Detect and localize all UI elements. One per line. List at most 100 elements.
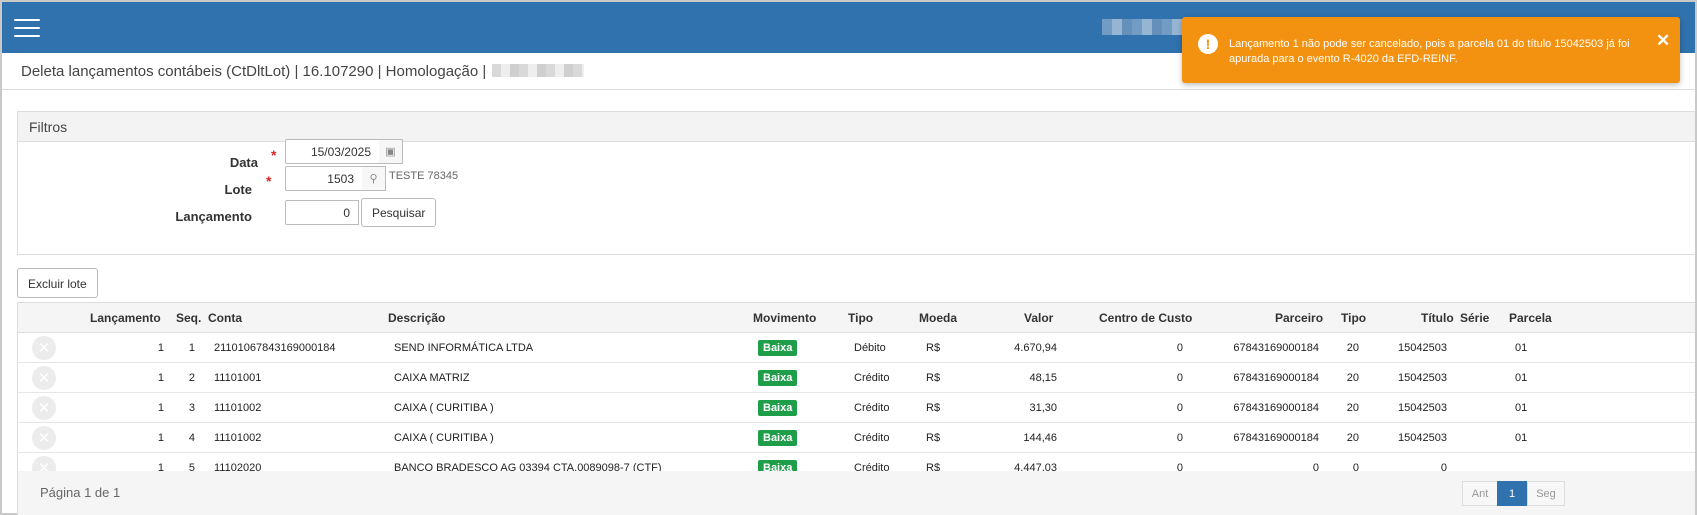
table-row[interactable]: ✕ 1 4 11101002 CAIXA ( CURITIBA ) Crédito R$ 14… xyxy=(18,423,1695,453)
lote-label: Lote xyxy=(224,182,252,197)
cell-tipo2: 20 xyxy=(1346,432,1359,444)
col-moeda[interactable]: Moeda xyxy=(919,311,957,325)
cell-parceiro: 67843169000184 xyxy=(1233,432,1319,444)
filters-panel: Filtros Data * ▣ Lote * ⚲ TESTE 78345 La… xyxy=(17,111,1695,255)
delete-row-icon[interactable]: ✕ xyxy=(32,336,56,360)
cell-titulo: 15042503 xyxy=(1398,402,1447,414)
cell-moeda: R$ xyxy=(926,402,941,414)
pesquisar-button[interactable]: Pesquisar xyxy=(361,198,437,227)
cell-parcela: 01 xyxy=(1515,402,1528,414)
col-movimento[interactable]: Movimento xyxy=(753,311,816,325)
cell-parceiro: 67843169000184 xyxy=(1233,342,1319,354)
col-tipo[interactable]: Tipo xyxy=(848,311,873,325)
hamburger-icon[interactable] xyxy=(14,19,40,37)
search-icon[interactable]: ⚲ xyxy=(362,166,386,191)
data-required-mark: * xyxy=(271,147,277,163)
col-descricao[interactable]: Descrição xyxy=(388,311,445,325)
cell-tipo2: 20 xyxy=(1346,402,1359,414)
cell-conta: 21101067843169000184 xyxy=(214,342,336,354)
col-centro-custo[interactable]: Centro de Custo xyxy=(1099,311,1192,325)
table-row[interactable]: ✕ 1 2 11101001 CAIXA MATRIZ Crédito R$ 48,15 0 67… xyxy=(18,363,1695,393)
movimento-badge: Baixa xyxy=(758,400,798,416)
lote-required-mark: * xyxy=(266,173,272,189)
cell-tipo: Crédito xyxy=(854,432,890,444)
cell-valor: 4.670,94 xyxy=(1014,342,1057,354)
next-page-button[interactable]: Seg xyxy=(1527,481,1565,506)
redacted-text xyxy=(492,64,585,77)
cell-valor: 48,15 xyxy=(1029,372,1057,384)
cell-lancamento: 1 xyxy=(157,432,164,444)
cell-centro-custo: 0 xyxy=(1176,372,1183,384)
delete-row-icon[interactable]: ✕ xyxy=(32,396,56,420)
warning-toast: ! Lançamento 1 não pode ser cancelado, p… xyxy=(1182,17,1680,83)
cell-centro-custo: 0 xyxy=(1176,402,1183,414)
cell-descricao: CAIXA MATRIZ xyxy=(394,372,470,384)
grid-header: Lançamento Seq. Conta Descrição Moviment… xyxy=(18,303,1695,333)
cell-descricao: CAIXA ( CURITIBA ) xyxy=(394,432,494,444)
lancamento-input[interactable] xyxy=(285,200,359,225)
page-info: Página 1 de 1 xyxy=(40,485,121,500)
cell-moeda: R$ xyxy=(926,432,941,444)
data-input[interactable] xyxy=(285,139,380,164)
page-1-button[interactable]: 1 xyxy=(1497,481,1527,506)
cell-seq: 1 xyxy=(188,342,195,354)
cell-descricao: SEND INFORMÁTICA LTDA xyxy=(394,342,534,354)
close-icon[interactable]: ✕ xyxy=(1656,31,1670,51)
movimento-badge: Baixa xyxy=(758,430,798,446)
cell-tipo2: 20 xyxy=(1346,342,1359,354)
filters-heading: Filtros xyxy=(18,112,1695,142)
cell-tipo: Crédito xyxy=(854,372,890,384)
prev-page-button[interactable]: Ant xyxy=(1462,481,1498,506)
page-title-text: Deleta lançamentos contábeis (CtDltLot) … xyxy=(21,63,487,80)
col-conta[interactable]: Conta xyxy=(208,311,242,325)
pager-bar: Página 1 de 1 Ant 1 Seg xyxy=(18,471,1695,515)
cell-titulo: 15042503 xyxy=(1398,432,1447,444)
cell-parceiro: 67843169000184 xyxy=(1233,372,1319,384)
delete-row-icon[interactable]: ✕ xyxy=(32,366,56,390)
col-serie[interactable]: Série xyxy=(1460,311,1489,325)
cell-titulo: 15042503 xyxy=(1398,372,1447,384)
cell-seq: 3 xyxy=(188,402,195,414)
delete-row-icon[interactable]: ✕ xyxy=(32,426,56,450)
warning-icon: ! xyxy=(1198,34,1218,54)
cell-seq: 2 xyxy=(188,372,195,384)
cell-seq: 4 xyxy=(188,432,195,444)
cell-moeda: R$ xyxy=(926,342,941,354)
cell-descricao: CAIXA ( CURITIBA ) xyxy=(394,402,494,414)
lote-description: TESTE 78345 xyxy=(389,170,459,182)
table-row[interactable]: ✕ 1 3 11101002 CAIXA ( CURITIBA ) Crédito R$ 31… xyxy=(18,393,1695,423)
cell-parceiro: 67843169000184 xyxy=(1233,402,1319,414)
excluir-lote-button[interactable]: Excluir lote xyxy=(17,268,98,298)
col-titulo[interactable]: Título xyxy=(1421,311,1454,325)
cell-parcela: 01 xyxy=(1515,432,1528,444)
col-seq[interactable]: Seq. xyxy=(176,311,201,325)
lote-input[interactable] xyxy=(285,166,363,191)
page-title: Deleta lançamentos contábeis (CtDltLot) … xyxy=(21,63,585,80)
cell-lancamento: 1 xyxy=(157,372,164,384)
table-row[interactable]: ✕ 1 1 21101067843169000184 SEND INFORMÁTICA … xyxy=(18,333,1695,363)
col-parcela[interactable]: Parcela xyxy=(1509,311,1552,325)
cell-centro-custo: 0 xyxy=(1176,432,1183,444)
cell-valor: 31,30 xyxy=(1029,402,1057,414)
cell-valor: 144,46 xyxy=(1023,432,1057,444)
col-valor[interactable]: Valor xyxy=(1024,311,1053,325)
cell-parcela: 01 xyxy=(1515,372,1528,384)
data-label: Data xyxy=(229,155,258,170)
cell-tipo2: 20 xyxy=(1346,372,1359,384)
movimento-badge: Baixa xyxy=(758,370,798,386)
col-lancamento[interactable]: Lançamento xyxy=(90,311,161,325)
calendar-icon[interactable]: ▣ xyxy=(379,139,403,164)
cell-tipo: Crédito xyxy=(854,402,890,414)
cell-tipo: Débito xyxy=(854,342,886,354)
col-parceiro[interactable]: Parceiro xyxy=(1275,311,1323,325)
cell-moeda: R$ xyxy=(926,372,941,384)
cell-titulo: 15042503 xyxy=(1398,342,1447,354)
lancamento-label: Lançamento xyxy=(175,209,252,224)
toast-message: Lançamento 1 não pode ser cancelado, poi… xyxy=(1229,38,1630,65)
col-tipo2[interactable]: Tipo xyxy=(1341,311,1366,325)
lancamentos-grid: Lançamento Seq. Conta Descrição Moviment… xyxy=(17,302,1695,515)
cell-parcela: 01 xyxy=(1515,342,1528,354)
movimento-badge: Baixa xyxy=(758,340,798,356)
cell-centro-custo: 0 xyxy=(1176,342,1183,354)
cell-conta: 11101002 xyxy=(214,402,262,414)
